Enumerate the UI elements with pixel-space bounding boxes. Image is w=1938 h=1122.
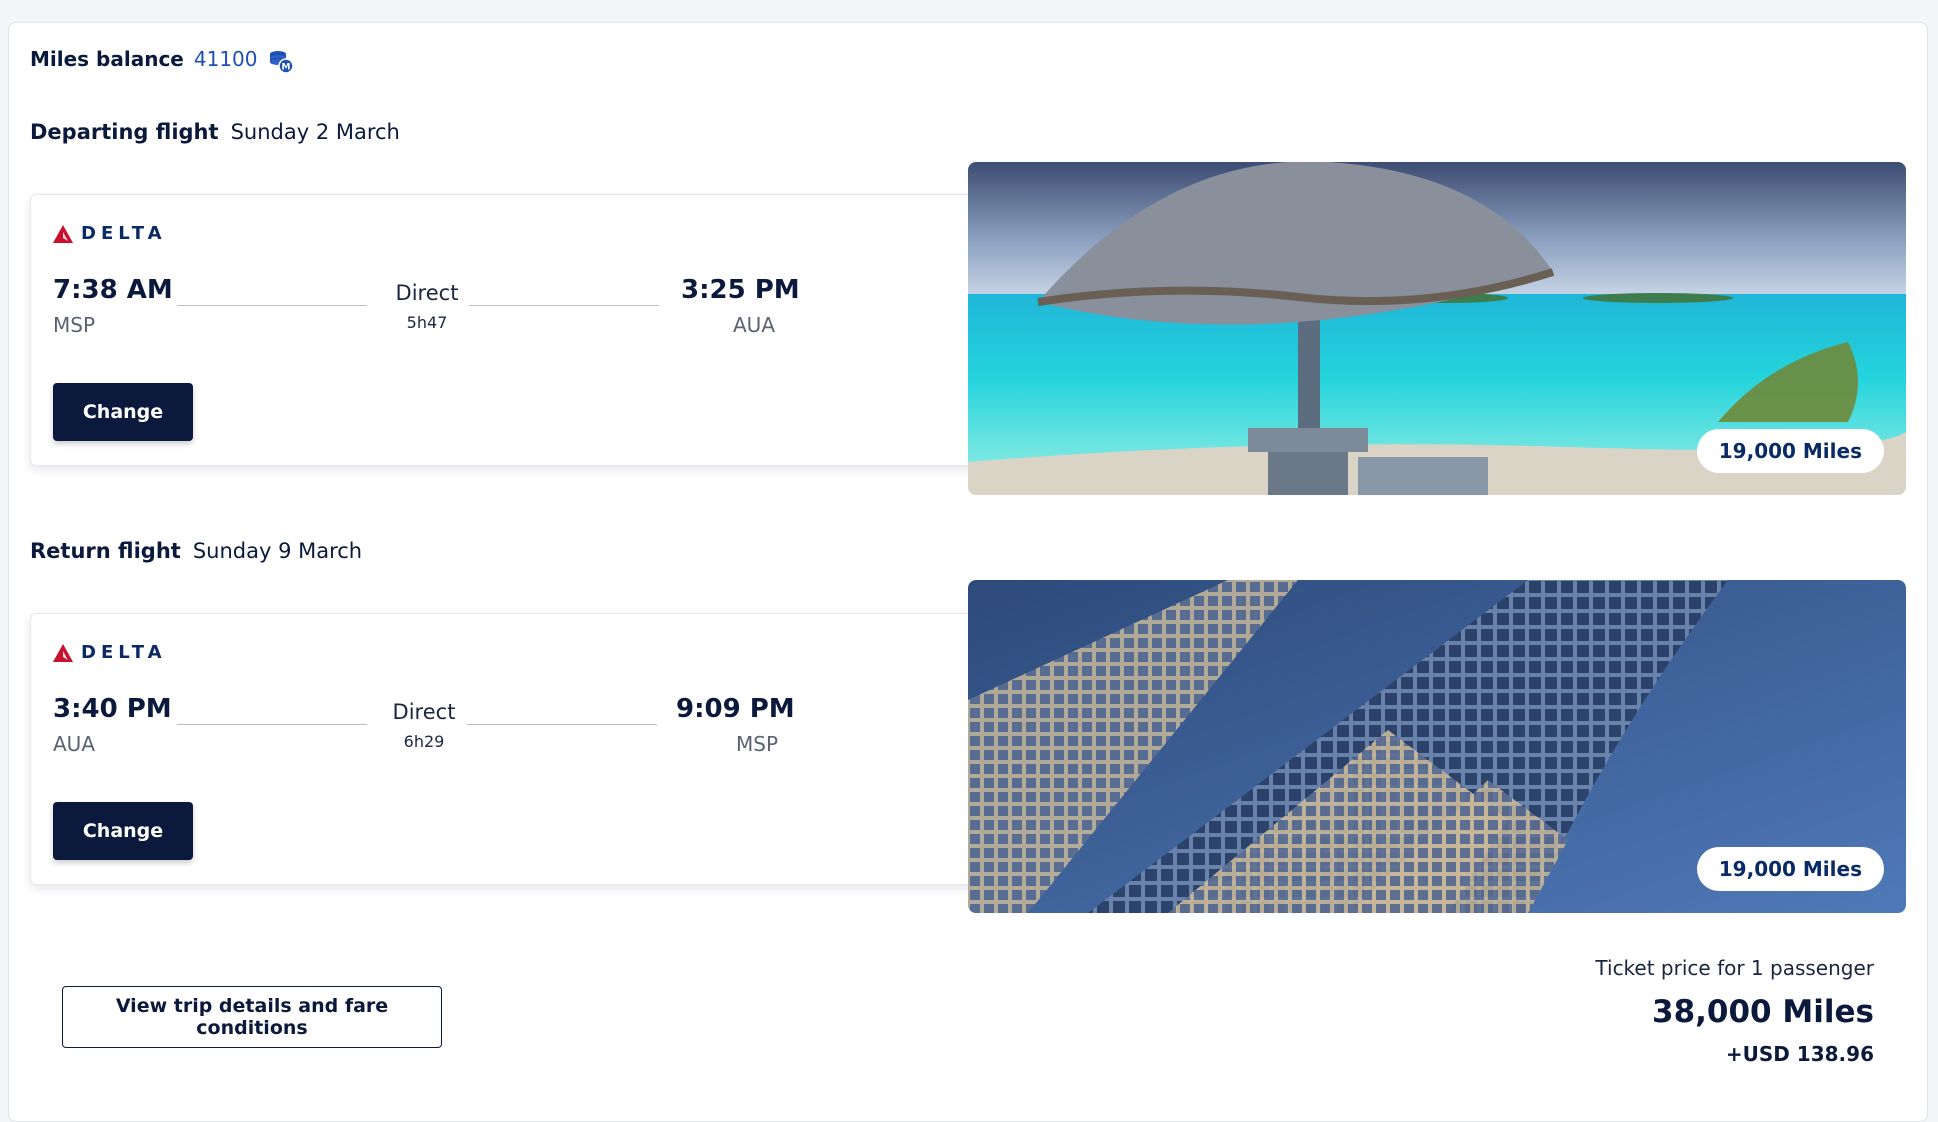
departing-flight-heading: Departing flight Sunday 2 March <box>30 120 400 144</box>
flight-duration: 6h29 <box>403 732 445 751</box>
return-flight-card: DELTA 3:40 PM AUA Direct 6h29 9:09 PM MS… <box>30 613 980 885</box>
departure-time: 3:40 PM <box>53 694 172 724</box>
departure-time: 7:38 AM <box>53 275 173 305</box>
route-line-left <box>177 724 367 725</box>
departing-flight-card: DELTA 7:38 AM MSP Direct 5h47 3:25 PM AU… <box>30 194 980 466</box>
miles-coin-icon: M <box>269 51 294 74</box>
arrival-time: 3:25 PM <box>681 275 800 305</box>
miles-balance: Miles balance 41100 M <box>30 46 294 74</box>
total-miles: 38,000 Miles <box>1652 994 1874 1030</box>
departure-airport: MSP <box>53 313 96 337</box>
change-return-button[interactable]: Change <box>53 802 193 860</box>
aruba-beach-image: 19,000 Miles <box>968 162 1906 495</box>
arrival-time: 9:09 PM <box>676 694 795 724</box>
flight-duration: 5h47 <box>406 313 448 332</box>
route-line-right <box>469 305 659 306</box>
miles-balance-label: Miles balance <box>30 47 184 71</box>
return-flight-heading: Return flight Sunday 9 March <box>30 539 362 563</box>
price-summary: Ticket price for 1 passenger 38,000 Mile… <box>1595 956 1874 1066</box>
return-flight-date: Sunday 9 March <box>192 539 363 563</box>
return-miles-badge: 19,000 Miles <box>1696 847 1884 891</box>
return-flight-label: Return flight <box>30 539 181 563</box>
stops-label: Direct <box>395 281 459 305</box>
airline-name: DELTA <box>81 223 167 244</box>
view-trip-details-button[interactable]: View trip details and fare conditions <box>62 986 442 1048</box>
miles-balance-value: 41100 <box>193 47 258 71</box>
route-line-right <box>467 724 657 725</box>
airline-name: DELTA <box>81 642 167 663</box>
route-line-left <box>177 305 367 306</box>
minneapolis-building-image: 19,000 Miles <box>968 580 1906 913</box>
delta-logo-icon <box>53 643 73 662</box>
stops-label: Direct <box>392 700 456 724</box>
airline-logo: DELTA <box>53 642 167 663</box>
arrival-airport: MSP <box>736 732 779 756</box>
airline-logo: DELTA <box>53 223 167 244</box>
price-caption: Ticket price for 1 passenger <box>1595 956 1874 980</box>
change-departing-button[interactable]: Change <box>53 383 193 441</box>
delta-logo-icon <box>53 224 73 243</box>
departing-flight-date: Sunday 2 March <box>230 120 400 144</box>
total-usd: +USD 138.96 <box>1725 1042 1874 1066</box>
arrival-airport: AUA <box>733 313 776 337</box>
departing-flight-label: Departing flight <box>30 120 219 144</box>
departing-miles-badge: 19,000 Miles <box>1696 429 1884 473</box>
departure-airport: AUA <box>53 732 96 756</box>
svg-text:M: M <box>281 63 290 73</box>
